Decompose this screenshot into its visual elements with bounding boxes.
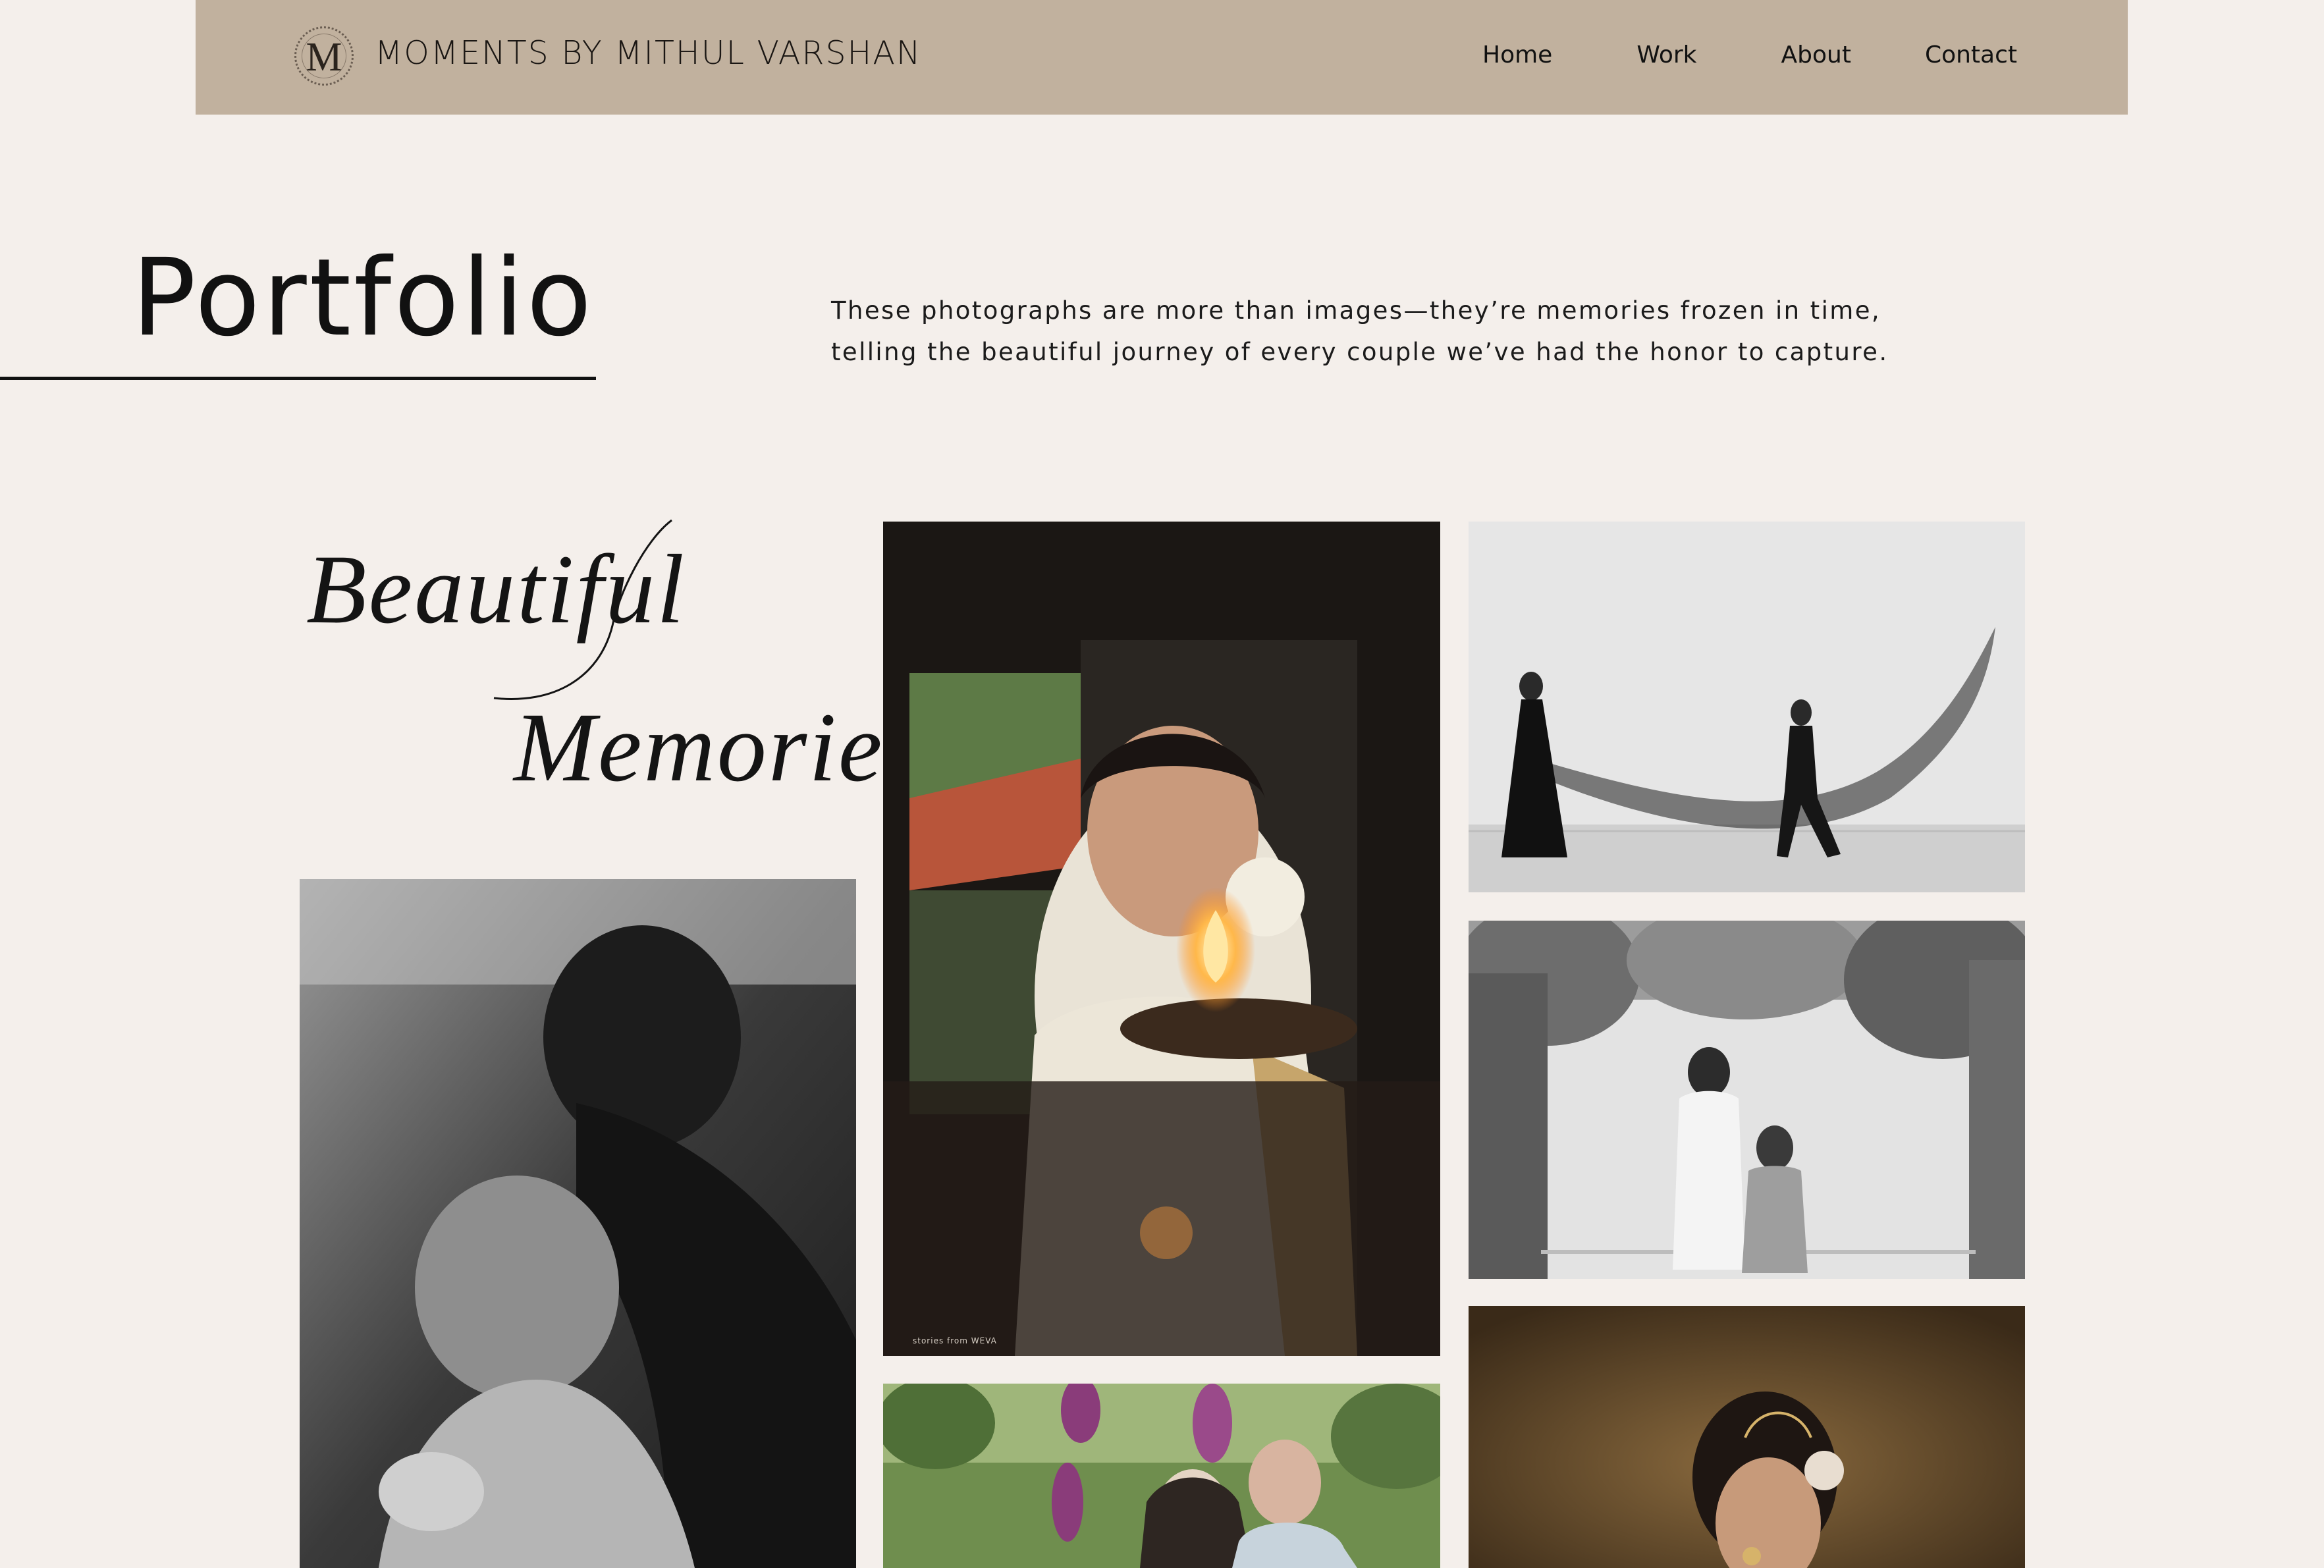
logo-icon[interactable]: M xyxy=(294,26,354,86)
intro-text: These photographs are more than images—t… xyxy=(831,290,1951,373)
photo-beach-veil[interactable] xyxy=(1469,522,2025,892)
nav-contact[interactable]: Contact xyxy=(1925,41,2017,69)
title-underline xyxy=(0,377,596,380)
logo-letter: M xyxy=(306,35,342,80)
photo-bride-portrait-image xyxy=(1469,1306,2025,1568)
nav-home[interactable]: Home xyxy=(1482,41,1552,69)
photo-bride-portrait[interactable] xyxy=(1469,1306,2025,1568)
photo-couple-flowers-image xyxy=(883,1384,1440,1568)
script-heading-memories: Memories xyxy=(514,693,925,802)
photo-floral-arch[interactable] xyxy=(1469,921,2025,1279)
photo-couple-flowers[interactable] xyxy=(883,1384,1440,1568)
photo-beach-veil-image xyxy=(1469,522,2025,892)
photo-watermark: stories from WEVA xyxy=(913,1336,997,1345)
site-header: M MOMENTS BY MITHUL VARSHAN Home Work Ab… xyxy=(196,0,2128,115)
nav-work[interactable]: Work xyxy=(1636,41,1696,69)
photo-bride-lamp-image xyxy=(883,522,1440,1356)
page-title: Portfolio xyxy=(132,236,595,360)
brand-name[interactable]: MOMENTS BY MITHUL VARSHAN xyxy=(375,34,922,73)
photo-bride-lamp[interactable]: stories from WEVA xyxy=(883,522,1440,1356)
photo-bw-embrace-image xyxy=(300,879,856,1568)
intro-line-2: telling the beautiful journey of every c… xyxy=(831,338,1889,366)
script-heading-beautiful: Beautiful xyxy=(306,535,686,644)
photo-floral-arch-image xyxy=(1469,921,2025,1279)
main-nav: Home Work About Contact xyxy=(1482,41,2017,69)
nav-about[interactable]: About xyxy=(1781,41,1851,69)
intro-line-1: These photographs are more than images—t… xyxy=(831,296,1881,325)
photo-bw-embrace[interactable] xyxy=(300,879,856,1568)
